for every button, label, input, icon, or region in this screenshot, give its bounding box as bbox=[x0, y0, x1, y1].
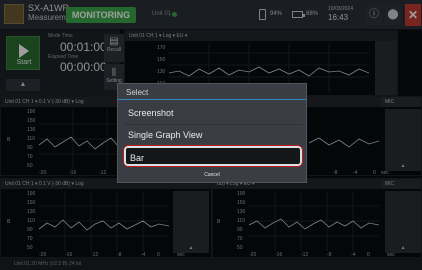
select-dialog: Select Screenshot Single Graph View Bar … bbox=[117, 83, 307, 183]
dialog-title-divider bbox=[118, 99, 306, 100]
cancel-button[interactable]: Cancel bbox=[118, 172, 306, 178]
dialog-title: Select bbox=[126, 88, 149, 97]
dialog-item-bar[interactable]: Bar bbox=[123, 145, 303, 167]
dialog-item-screenshot[interactable]: Screenshot bbox=[124, 103, 302, 123]
dialog-item-single-graph-view[interactable]: Single Graph View bbox=[124, 125, 302, 145]
